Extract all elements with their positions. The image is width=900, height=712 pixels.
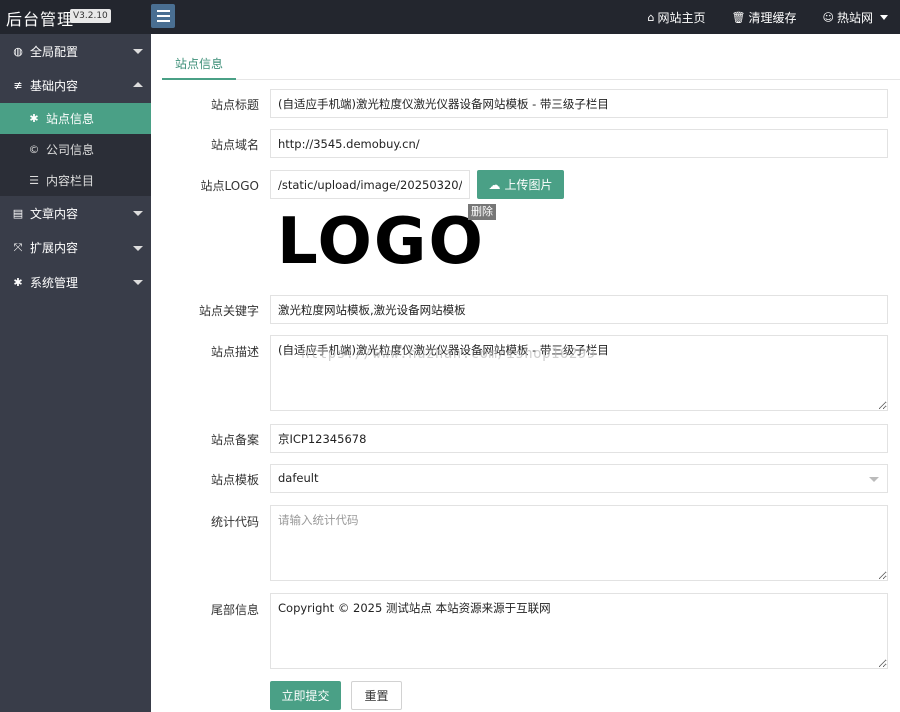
hamburger-icon <box>156 10 170 12</box>
sidebar-item-label: 全局配置 <box>30 44 79 59</box>
site-home-label: 网站主页 <box>657 10 706 25</box>
tab-bar: 站点信息 <box>162 52 900 80</box>
logo-path-input[interactable] <box>270 170 470 199</box>
icp-input[interactable] <box>270 424 888 453</box>
site-home-link[interactable]: ⌂ 网站主页 <box>648 9 706 26</box>
footer-textarea[interactable]: Copyright © 2025 测试站点 本站资源来源于互联网 <box>270 593 888 669</box>
trash-icon: 🗑︎ <box>731 10 746 24</box>
footer-label: 尾部信息 <box>210 603 259 617</box>
stats-label: 统计代码 <box>210 515 259 529</box>
domain-label: 站点域名 <box>210 138 259 152</box>
sidebar-item-label: 文章内容 <box>30 206 79 221</box>
sidebar-subitem-label: 站点信息 <box>46 112 95 126</box>
chevron-down-icon <box>133 49 143 54</box>
submenu-basic-content: ✱ 站点信息 © 公司信息 ☰ 内容栏目 <box>0 103 151 196</box>
header-links: ⌂ 网站主页 🗑︎ 清理缓存 ☺ 热站网 <box>648 0 888 34</box>
reset-button[interactable]: 重置 <box>351 681 402 710</box>
clear-cache-link[interactable]: 🗑︎ 清理缓存 <box>732 9 797 26</box>
sidebar-subitem-label: 内容栏目 <box>46 174 95 188</box>
list-icon: ☰ <box>29 174 39 187</box>
sidebar-item-label: 系统管理 <box>30 275 79 290</box>
chevron-down-icon <box>869 477 879 482</box>
description-textarea[interactable]: (自适应手机端)激光粒度仪激光仪器设备网站模板 - 带三级子栏目 <box>270 335 888 411</box>
logo-preview: LOGO <box>277 210 487 276</box>
chevron-down-icon <box>880 14 888 20</box>
logo-label: 站点LOGO <box>200 179 259 193</box>
sidebar-item-article-content[interactable]: ▤ 文章内容 <box>0 196 151 231</box>
chevron-down-icon <box>133 280 143 285</box>
top-header: 后台管理 V3.2.10 ⌂ 网站主页 🗑︎ 清理缓存 ☺ 热站网 <box>0 0 900 34</box>
expand-icon: ⤧ <box>13 240 23 254</box>
description-label: 站点描述 <box>210 345 259 359</box>
sidebar-item-basic-content[interactable]: ≢ 基础内容 <box>0 69 151 104</box>
sliders-icon: ≢ <box>13 79 23 93</box>
version-badge: V3.2.10 <box>70 9 111 23</box>
domain-input[interactable] <box>270 129 888 158</box>
template-select[interactable]: dafeult <box>270 464 888 493</box>
sidebar-item-extended-content[interactable]: ⤧ 扩展内容 <box>0 231 151 266</box>
sidebar-subitem-label: 公司信息 <box>46 143 95 157</box>
user-menu[interactable]: ☺ 热站网 <box>823 9 888 26</box>
sidebar-subitem-content-columns[interactable]: ☰ 内容栏目 <box>0 165 151 196</box>
gear-icon: ✱ <box>29 112 39 125</box>
user-name: 热站网 <box>836 10 873 25</box>
chevron-down-icon <box>133 245 143 251</box>
submit-button[interactable]: 立即提交 <box>270 681 341 710</box>
sidebar-item-label: 基础内容 <box>30 79 79 94</box>
chevron-down-icon <box>133 211 143 216</box>
main-content: 站点信息 站点标题 站点域名 站点LOGO ☁ 上传图片 LOGO 删除 站点关… <box>151 34 900 712</box>
chevron-up-icon <box>133 81 143 87</box>
sidebar-item-label: 扩展内容 <box>30 241 79 256</box>
clear-cache-label: 清理缓存 <box>748 10 797 25</box>
sidebar-item-system-management[interactable]: ✱ 系统管理 <box>0 265 151 300</box>
globe-icon: ◍ <box>13 44 23 58</box>
sidebar-item-global-config[interactable]: ◍ 全局配置 <box>0 34 151 69</box>
sidebar-subitem-company-info[interactable]: © 公司信息 <box>0 134 151 165</box>
sidebar: ◍ 全局配置 ≢ 基础内容 ✱ 站点信息 © 公司信息 ☰ 内容栏目 ▤ 文章内… <box>0 34 151 712</box>
template-label: 站点模板 <box>210 473 259 487</box>
template-selected-value: dafeult <box>278 471 319 485</box>
upload-image-label: 上传图片 <box>504 178 553 192</box>
delete-logo-button[interactable]: 删除 <box>468 204 496 220</box>
keywords-input[interactable] <box>270 295 888 324</box>
sidebar-subitem-site-info[interactable]: ✱ 站点信息 <box>0 103 151 134</box>
home-icon: ⌂ <box>647 10 655 24</box>
copyright-icon: © <box>28 143 40 156</box>
stats-code-textarea[interactable] <box>270 505 888 581</box>
menu-toggle-button[interactable] <box>151 4 175 28</box>
icp-label: 站点备案 <box>210 433 259 447</box>
upload-image-button[interactable]: ☁ 上传图片 <box>477 170 564 199</box>
user-icon: ☺ <box>822 10 834 24</box>
file-icon: ▤ <box>12 206 24 220</box>
tab-site-info[interactable]: 站点信息 <box>162 52 236 80</box>
keywords-label: 站点关键字 <box>198 304 259 318</box>
gear-icon: ✱ <box>13 275 23 289</box>
title-input[interactable] <box>270 89 888 118</box>
logo-preview-text: LOGO <box>277 205 485 279</box>
brand-title: 后台管理 <box>6 10 75 29</box>
title-label: 站点标题 <box>210 98 259 112</box>
cloud-upload-icon: ☁ <box>488 177 501 192</box>
